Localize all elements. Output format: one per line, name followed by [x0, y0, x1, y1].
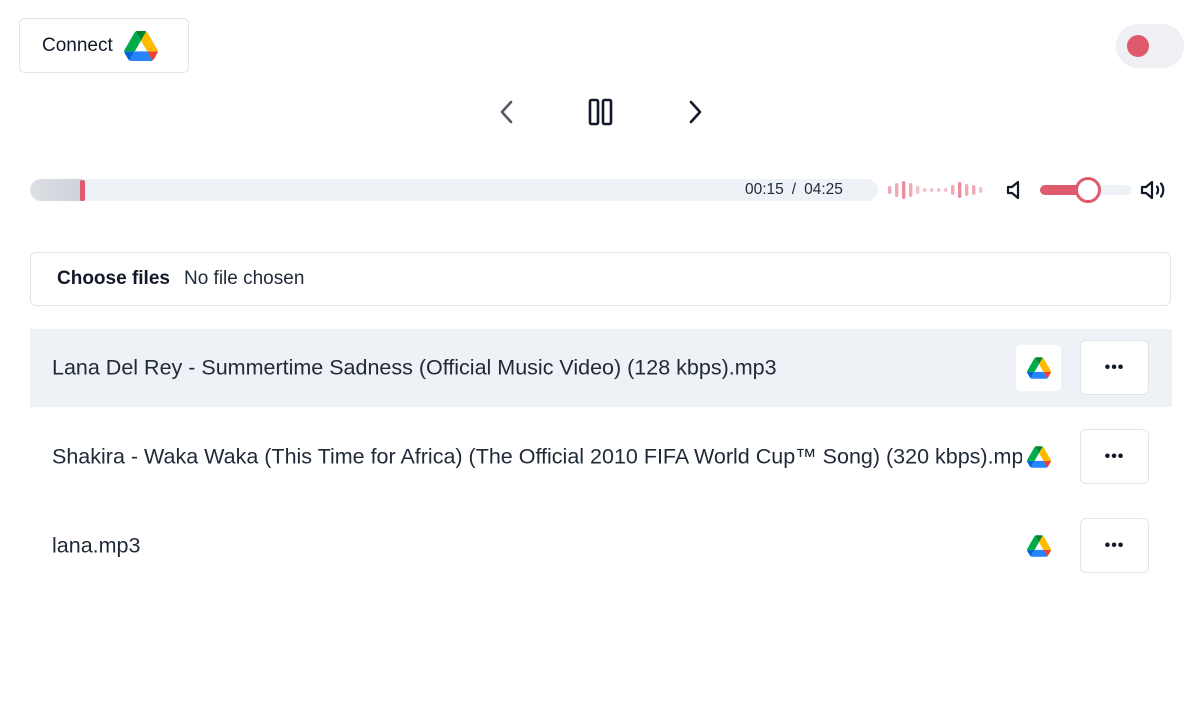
waveform-bar	[888, 186, 892, 194]
waveform-bar	[972, 185, 976, 195]
waveform-bar	[958, 182, 962, 198]
max-volume-button[interactable]	[1138, 177, 1172, 203]
pause-icon	[588, 98, 613, 126]
google-drive-icon	[123, 30, 158, 61]
waveform-bar	[923, 188, 927, 192]
file-input-status: No file chosen	[183, 268, 305, 289]
upload-to-drive-button[interactable]	[1016, 523, 1061, 569]
file-list-item[interactable]: lana.mp3 •••	[30, 507, 1172, 585]
volume-thumb[interactable]	[1074, 177, 1101, 203]
pause-button[interactable]	[582, 94, 620, 130]
file-list-item[interactable]: Shakira - Waka Waka (This Time for Afric…	[30, 418, 1172, 496]
waveform-bar	[930, 188, 934, 192]
volume-high-icon	[1140, 180, 1165, 200]
more-options-button[interactable]: •••	[1080, 340, 1149, 395]
seek-bar-playhead[interactable]	[80, 180, 85, 201]
waveform-visualizer	[888, 181, 983, 199]
record-indicator-dot	[1127, 35, 1149, 57]
time-separator: /	[791, 181, 797, 198]
file-upload-input[interactable]: Choose files No file chosen	[30, 252, 1171, 306]
google-drive-icon	[1026, 446, 1051, 468]
previous-track-button[interactable]	[490, 94, 524, 130]
connect-google-drive-button[interactable]: Connect	[19, 18, 189, 73]
upload-to-drive-button[interactable]	[1016, 345, 1061, 391]
waveform-bar	[979, 187, 983, 193]
mute-button[interactable]	[1002, 177, 1028, 203]
volume-slider[interactable]	[1040, 176, 1132, 204]
more-options-button[interactable]: •••	[1080, 518, 1149, 573]
waveform-bar	[965, 184, 969, 196]
waveform-bar	[909, 183, 913, 197]
file-name: Lana Del Rey - Summertime Sadness (Offic…	[52, 355, 777, 380]
waveform-bar	[895, 183, 899, 197]
current-time: 00:15	[745, 181, 784, 198]
waveform-bar	[944, 188, 948, 192]
choose-files-button[interactable]: Choose files	[57, 268, 170, 290]
waveform-bar	[916, 186, 920, 194]
time-readout: 00:15 / 04:25	[745, 180, 843, 200]
file-name: lana.mp3	[52, 533, 141, 558]
record-toggle[interactable]	[1116, 24, 1184, 68]
audio-player-app: Connect 00:15 / 04:25 Choose files No fi…	[0, 0, 1200, 714]
total-time: 04:25	[804, 181, 843, 198]
connect-label: Connect	[42, 34, 113, 56]
file-name: Shakira - Waka Waka (This Time for Afric…	[52, 444, 1022, 469]
chevron-right-icon	[689, 100, 702, 124]
google-drive-icon	[1026, 357, 1051, 379]
seek-bar-played	[30, 179, 82, 201]
upload-to-drive-button[interactable]	[1016, 434, 1061, 480]
google-drive-icon	[1026, 535, 1051, 557]
volume-low-icon	[1006, 180, 1020, 200]
more-options-button[interactable]: •••	[1080, 429, 1149, 484]
waveform-bar	[937, 188, 941, 192]
waveform-bar	[902, 181, 906, 199]
waveform-bar	[951, 185, 955, 195]
file-list-item[interactable]: Lana Del Rey - Summertime Sadness (Offic…	[30, 329, 1172, 407]
chevron-left-icon	[500, 100, 513, 124]
next-track-button[interactable]	[678, 94, 712, 130]
